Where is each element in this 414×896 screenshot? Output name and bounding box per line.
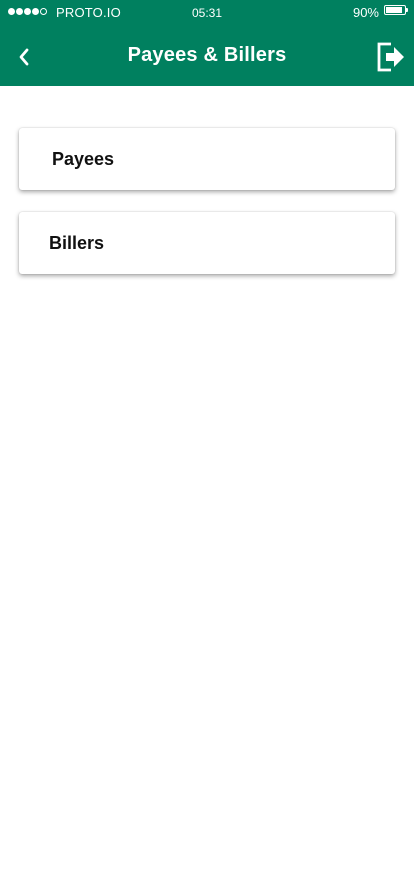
page-title: Payees & Billers xyxy=(127,44,287,66)
billers-label: Billers xyxy=(49,233,105,253)
logout-icon xyxy=(377,42,404,72)
payees-menu-item[interactable]: Payees xyxy=(19,128,395,190)
billers-menu-item[interactable]: Billers xyxy=(19,212,395,274)
status-time: 05:31 xyxy=(191,6,223,20)
battery-level xyxy=(386,7,403,13)
battery-icon xyxy=(384,5,408,15)
logout-button[interactable] xyxy=(374,38,408,76)
back-button[interactable] xyxy=(10,40,38,74)
screen: PROTO.IO 05:31 90% Payees & Billers Paye… xyxy=(0,0,414,896)
status-bar: PROTO.IO 05:31 90% xyxy=(0,0,414,26)
battery-percentage: 90% xyxy=(352,5,379,20)
chevron-left-icon xyxy=(19,48,29,66)
payees-label: Payees xyxy=(52,149,115,169)
app-header: PROTO.IO 05:31 90% Payees & Billers xyxy=(0,0,414,86)
